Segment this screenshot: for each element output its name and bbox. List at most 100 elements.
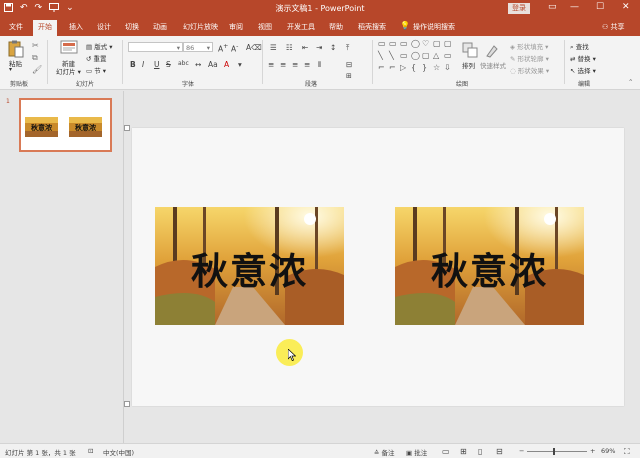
shape-outline-button[interactable]: ✎ 形状轮廓 ▾ — [510, 53, 549, 63]
zoom-slider[interactable] — [527, 451, 587, 452]
language-status[interactable]: 中文(中国) — [103, 447, 134, 457]
tab-home[interactable]: 开始 — [33, 20, 57, 36]
replace-button[interactable]: ⇄ 替换 ▾ — [570, 53, 596, 63]
heart-shape-icon[interactable]: ♡ — [422, 39, 429, 48]
paste-icon[interactable] — [8, 40, 24, 58]
autumn-forest-image-left[interactable]: 秋意浓 — [155, 207, 344, 325]
new-slide-icon[interactable] — [60, 40, 78, 56]
autumn-forest-image-right[interactable]: 秋意浓 — [395, 207, 584, 325]
copy-icon[interactable]: ⧉ — [32, 53, 38, 63]
shape-fill-button[interactable]: ◈ 形状填充 ▾ — [510, 41, 548, 51]
layout-button[interactable]: ▤ 版式 ▾ — [86, 41, 113, 51]
oval-shape-icon[interactable]: ◯ — [411, 51, 420, 60]
strikethrough-button[interactable]: S — [166, 60, 171, 69]
underline-button[interactable]: U — [154, 60, 160, 69]
tab-view[interactable]: 视图 — [258, 22, 272, 32]
curly-brace-shape-icon[interactable]: { — [411, 63, 416, 72]
zoom-level[interactable]: 69% — [601, 447, 615, 455]
indent-increase-icon[interactable]: ⇥ — [316, 43, 322, 52]
align-center-icon[interactable]: ≡ — [280, 60, 286, 69]
tab-developer[interactable]: 开发工具 — [287, 22, 315, 32]
maximize-icon[interactable]: ☐ — [596, 2, 604, 12]
new-slide-dropdown[interactable]: 幻灯片 ▾ — [56, 66, 81, 76]
reading-view-icon[interactable]: ▯ — [478, 447, 482, 456]
indent-decrease-icon[interactable]: ⇤ — [302, 43, 308, 52]
arrange-label[interactable]: 排列 — [462, 60, 475, 70]
tab-design[interactable]: 设计 — [97, 22, 111, 32]
minimize-icon[interactable]: — — [570, 2, 579, 12]
zoom-slider-thumb[interactable] — [553, 448, 555, 455]
zoom-in-icon[interactable]: + — [590, 447, 595, 455]
login-button[interactable]: 登录 — [508, 3, 530, 14]
slide-title-left[interactable]: 秋意浓 — [155, 241, 344, 295]
curly-brace-shape-icon[interactable]: } — [422, 63, 427, 72]
slide-sorter-icon[interactable]: ⊞ — [460, 447, 467, 456]
format-painter-icon[interactable]: 🖌 — [32, 65, 42, 74]
char-spacing-icon[interactable]: ↔ — [195, 60, 201, 69]
slideshow-view-icon[interactable]: ⊟ — [496, 447, 503, 456]
collapse-ribbon-icon[interactable]: ⌃ — [628, 78, 633, 86]
fit-to-window-icon[interactable]: ⛶ — [624, 447, 630, 457]
line-spacing-icon[interactable]: ↕ — [330, 43, 336, 52]
elbow-connector-icon[interactable]: ⌐ — [389, 63, 396, 72]
spell-check-icon[interactable]: ⊡ — [88, 447, 93, 455]
zoom-out-icon[interactable]: − — [519, 447, 524, 455]
columns-icon[interactable]: ⫴ — [318, 60, 321, 70]
tab-transitions[interactable]: 切换 — [125, 22, 139, 32]
comments-button[interactable]: ▣ 批注 — [406, 447, 427, 457]
share-button[interactable]: ⚇ 共享 — [602, 22, 625, 32]
line-shape-icon[interactable]: ╲ — [389, 51, 394, 60]
arrow-shape-icon[interactable]: ⇩ — [444, 63, 451, 72]
selection-handle[interactable] — [124, 125, 130, 131]
arrange-icon[interactable] — [462, 42, 478, 58]
justify-icon[interactable]: ≡ — [304, 60, 310, 69]
align-right-icon[interactable]: ≡ — [292, 60, 298, 69]
rounded-rect-shape-icon[interactable]: ▢ — [422, 51, 430, 60]
bullets-icon[interactable]: ☰ — [270, 43, 277, 52]
cut-icon[interactable]: ✂ — [32, 41, 39, 50]
clear-format-icon[interactable]: A⌫ — [246, 43, 262, 52]
elbow-connector-icon[interactable]: ⌐ — [378, 63, 385, 72]
tab-file[interactable]: 文件 — [9, 22, 23, 32]
rounded-rect-shape-icon[interactable]: ▢ — [444, 39, 452, 48]
oval-shape-icon[interactable]: ◯ — [411, 39, 420, 48]
notes-button[interactable]: ≙ 备注 — [374, 447, 395, 457]
select-button[interactable]: ↖ 选择 ▾ — [570, 65, 596, 75]
rectangle-shape-icon[interactable]: ▭ — [444, 51, 452, 60]
font-color-icon[interactable]: A — [224, 60, 229, 69]
close-icon[interactable]: ✕ — [622, 2, 630, 12]
increase-font-icon[interactable]: A+ — [218, 43, 228, 54]
tab-help[interactable]: 帮助 — [329, 22, 343, 32]
font-size-combo[interactable]: 86 ▾ — [183, 42, 213, 52]
align-left-icon[interactable]: ≡ — [268, 60, 274, 69]
line-shape-icon[interactable]: ╲ — [378, 51, 383, 60]
ribbon-display-options-icon[interactable]: ▭ — [548, 2, 557, 12]
numbering-icon[interactable]: ☷ — [286, 43, 293, 52]
reset-button[interactable]: ↺ 重置 — [86, 53, 107, 63]
find-button[interactable]: ⌕ 查找 — [570, 41, 589, 52]
tab-daoke-search[interactable]: 稻壳搜索 — [358, 22, 386, 32]
normal-view-icon[interactable]: ▭ — [442, 447, 450, 456]
tab-review[interactable]: 审阅 — [229, 22, 243, 32]
slide-title-right[interactable]: 秋意浓 — [395, 241, 584, 295]
shadow-button[interactable]: abc — [178, 60, 189, 67]
tab-animations[interactable]: 动画 — [153, 22, 167, 32]
rectangle-shape-icon[interactable]: ▭ — [389, 39, 397, 48]
star-shape-icon[interactable]: ☆ — [433, 63, 440, 72]
quick-styles-label[interactable]: 快速样式 — [480, 60, 506, 70]
triangle-shape-icon[interactable]: △ — [433, 51, 439, 60]
rectangle-shape-icon[interactable]: ▭ — [378, 39, 386, 48]
highlight-icon[interactable]: ▾ — [238, 60, 242, 69]
text-direction-icon[interactable]: ⤒ — [346, 43, 349, 53]
pane-divider[interactable] — [123, 91, 124, 443]
tab-slideshow[interactable]: 幻灯片放映 — [183, 22, 218, 32]
selection-handle[interactable] — [124, 401, 130, 407]
triangle-shape-icon[interactable]: ▷ — [400, 63, 406, 72]
rectangle-shape-icon[interactable]: ▭ — [400, 39, 408, 48]
tab-insert[interactable]: 插入 — [69, 22, 83, 32]
rounded-rect-shape-icon[interactable]: ▢ — [433, 39, 441, 48]
change-case-icon[interactable]: Aa — [208, 60, 218, 69]
align-text-icon[interactable]: ⊟ — [346, 60, 352, 69]
quick-styles-icon[interactable] — [484, 42, 500, 58]
decrease-font-icon[interactable]: A- — [231, 43, 238, 54]
